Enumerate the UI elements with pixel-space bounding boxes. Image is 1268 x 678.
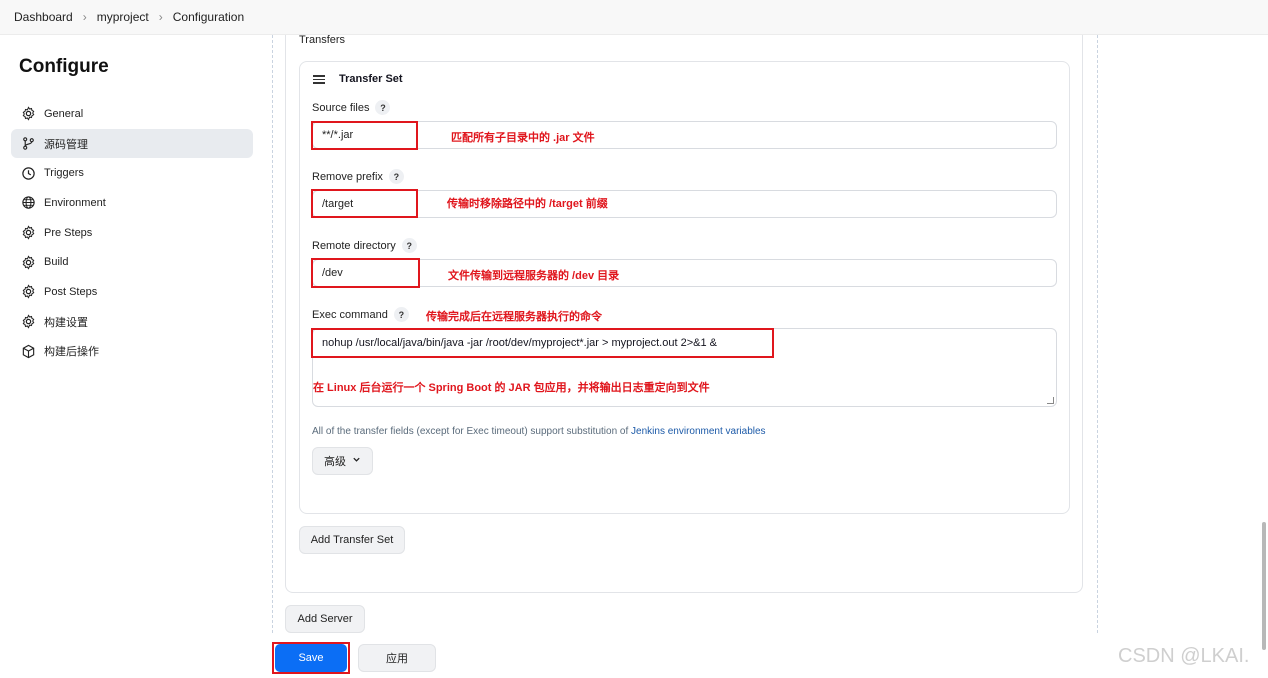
- transfer-set-title: Transfer Set: [339, 73, 403, 86]
- sidebar-item-post-build[interactable]: 构建后操作: [11, 337, 253, 367]
- sidebar-item-environment[interactable]: Environment: [11, 188, 253, 218]
- page-scrollbar[interactable]: [1262, 522, 1266, 650]
- env-vars-hint: All of the transfer fields (except for E…: [312, 426, 766, 437]
- help-icon[interactable]: ?: [393, 307, 409, 322]
- breadcrumb-configuration[interactable]: Configuration: [173, 10, 244, 24]
- breadcrumb: Dashboard › myproject › Configuration: [0, 0, 1268, 35]
- breadcrumb-dashboard[interactable]: Dashboard: [14, 10, 73, 24]
- chevron-right-icon: ›: [82, 10, 87, 24]
- jenkins-configure-page: Dashboard › myproject › Configuration Co…: [0, 0, 1268, 678]
- apply-button[interactable]: 应用: [358, 644, 436, 672]
- sidebar-item-general[interactable]: General: [11, 99, 253, 129]
- source-files-label-text: Source files: [312, 101, 370, 114]
- breadcrumb-myproject[interactable]: myproject: [97, 10, 149, 24]
- sidebar-item-label: 构建后操作: [44, 346, 99, 359]
- transfers-label: Transfers: [299, 34, 346, 46]
- sidebar-item-label: Build: [44, 256, 69, 269]
- exec-command-note: 在 Linux 后台运行一个 Spring Boot 的 JAR 包应用，并将输…: [313, 382, 710, 394]
- sidebar-item-label: Pre Steps: [44, 226, 93, 239]
- hint-text: All of the transfer fields (except for E…: [312, 426, 632, 437]
- help-icon[interactable]: ?: [401, 238, 417, 253]
- clock-icon: [20, 165, 36, 181]
- sidebar-item-label: 源码管理: [44, 138, 88, 151]
- add-transfer-set-button[interactable]: Add Transfer Set: [299, 526, 405, 554]
- source-files-input[interactable]: **/*.jar: [312, 121, 1057, 149]
- sidebar-item-label: 构建设置: [44, 316, 88, 329]
- resize-handle-icon[interactable]: [1047, 397, 1054, 404]
- highlight-box: [311, 189, 418, 218]
- gear-icon: [20, 254, 36, 270]
- sidebar-item-pre-steps[interactable]: Pre Steps: [11, 218, 253, 248]
- source-files-annotation: 匹配所有子目录中的 .jar 文件: [451, 132, 595, 144]
- gear-icon: [20, 284, 36, 300]
- remove-prefix-label: Remove prefix ?: [312, 169, 404, 184]
- gear-icon: [20, 106, 36, 122]
- branch-icon: [20, 136, 36, 152]
- transfer-set-header: Transfer Set: [313, 73, 403, 86]
- remove-prefix-input[interactable]: /target: [312, 190, 1057, 218]
- sidebar-item-label: Post Steps: [44, 285, 98, 298]
- help-icon[interactable]: ?: [388, 169, 404, 184]
- sidebar-item-build[interactable]: Build: [11, 247, 253, 277]
- cube-icon: [20, 343, 36, 359]
- page-title: Configure: [19, 56, 109, 77]
- globe-icon: [20, 195, 36, 211]
- drag-handle-icon[interactable]: [313, 73, 325, 86]
- remove-prefix-annotation: 传输时移除路径中的 /target 前缀: [447, 198, 608, 210]
- exec-command-annotation: 传输完成后在远程服务器执行的命令: [426, 311, 602, 323]
- highlight-box: [311, 328, 774, 358]
- sidebar-item-label: Environment: [44, 196, 106, 209]
- remove-prefix-label-text: Remove prefix: [312, 170, 383, 183]
- remote-directory-label-text: Remote directory: [312, 239, 396, 252]
- remote-directory-input[interactable]: /dev: [312, 259, 1057, 287]
- sidebar-item-post-steps[interactable]: Post Steps: [11, 277, 253, 307]
- sidebar-item-label: General: [44, 107, 84, 120]
- gear-icon: [20, 314, 36, 330]
- exec-command-label: Exec command ?: [312, 307, 409, 322]
- sidebar-item-label: Triggers: [44, 167, 84, 180]
- highlight-box: [272, 642, 350, 674]
- highlight-box: [311, 258, 420, 288]
- sidebar-nav: General 源码管理 Triggers Environment Pre St…: [11, 99, 253, 366]
- gear-icon: [20, 225, 36, 241]
- chevron-down-icon: [352, 455, 361, 467]
- advanced-button[interactable]: 高级: [312, 447, 373, 475]
- source-files-label: Source files ?: [312, 100, 391, 115]
- advanced-button-label: 高级: [324, 456, 346, 468]
- remote-directory-label: Remote directory ?: [312, 238, 417, 253]
- highlight-box: [311, 121, 418, 150]
- jenkins-env-vars-link[interactable]: Jenkins environment variables: [631, 426, 766, 437]
- exec-command-label-text: Exec command: [312, 308, 388, 321]
- bottom-action-bar: [0, 633, 1268, 678]
- remote-directory-annotation: 文件传输到远程服务器的 /dev 目录: [448, 270, 620, 282]
- add-server-button[interactable]: Add Server: [285, 605, 365, 633]
- sidebar-item-build-settings[interactable]: 构建设置: [11, 307, 253, 337]
- sidebar-item-triggers[interactable]: Triggers: [11, 158, 253, 188]
- help-icon[interactable]: ?: [375, 100, 391, 115]
- chevron-right-icon: ›: [158, 10, 163, 24]
- sidebar-item-scm[interactable]: 源码管理: [11, 128, 253, 159]
- watermark: CSDN @LKAI.: [1118, 645, 1250, 667]
